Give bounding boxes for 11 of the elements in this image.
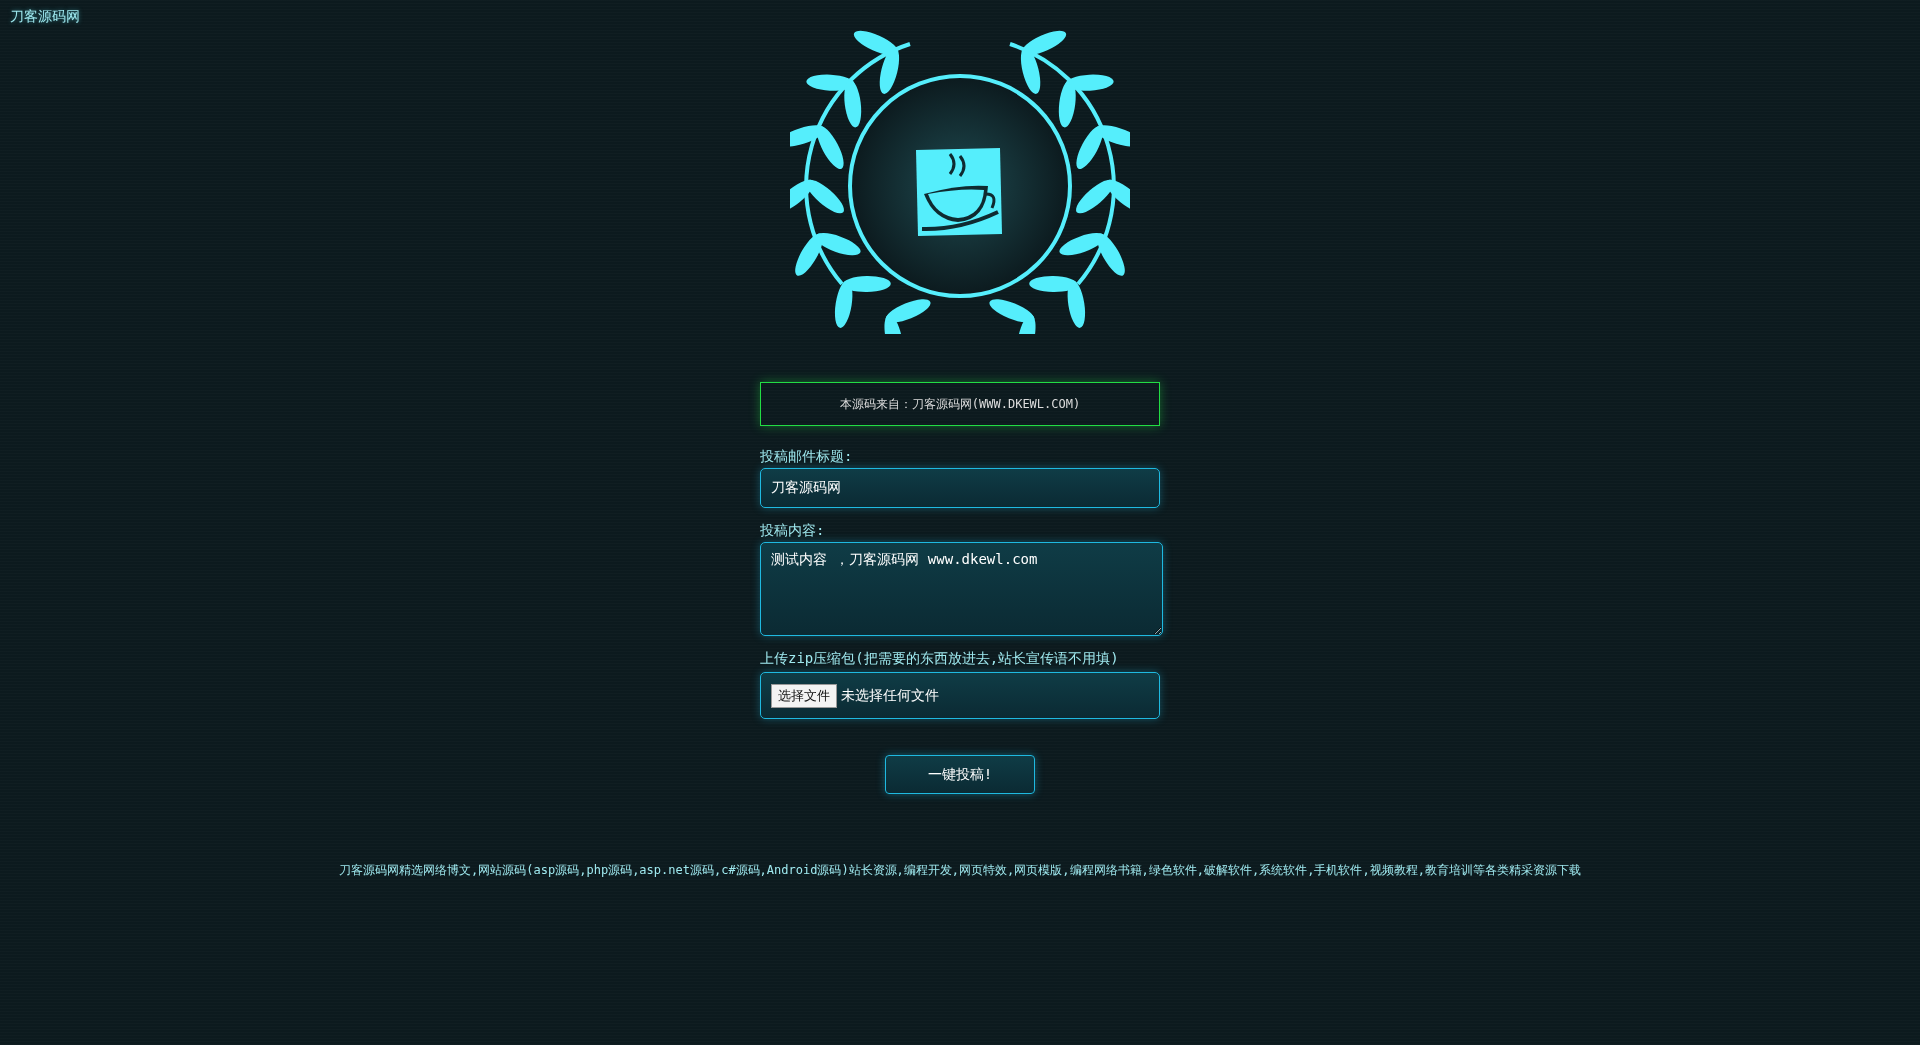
file-status: 未选择任何文件 (841, 686, 939, 705)
submit-button[interactable]: 一键投稿! (885, 755, 1035, 794)
text-area[interactable]: 测试内容 ，刀客源码网 www.dkewl.com (760, 542, 1163, 636)
site-label: 刀客源码网 (10, 8, 80, 26)
field-label: 上传zip压缩包(把需要的东西放进去,站长宣传语不用填) (760, 650, 1120, 668)
field-label: 投稿内容: (760, 522, 826, 540)
field-label: 投稿邮件标题: (760, 448, 854, 466)
notice-banner: 本源码来自：刀客源码网(WWW.DKEWL.COM) (760, 382, 1160, 426)
footer-text: 刀客源码网精选网络博文,网站源码(asp源码,php源码,asp.net源码,c#源码,Android源码)站长资源,编程开发,网页特效,网页模版,编程网络书籍,绿色软件,破解软件,系统软件,手机软件,视频教程,教育培训等各类精采资源下载 (339, 862, 1581, 879)
choose-file-button[interactable]: 选择文件 (771, 683, 837, 708)
input-field[interactable]: 刀客源码网 (760, 468, 1160, 508)
